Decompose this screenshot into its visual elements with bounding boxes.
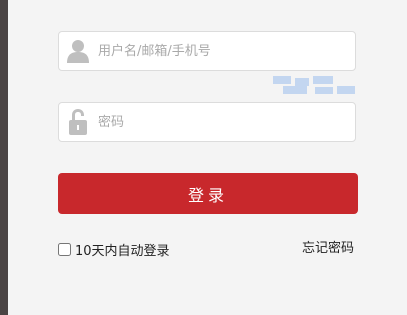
lock-icon bbox=[69, 109, 87, 135]
auto-login-option[interactable]: 10天内自动登录 bbox=[58, 240, 170, 259]
username-field[interactable] bbox=[58, 31, 356, 71]
user-icon bbox=[67, 40, 89, 63]
left-edge-panel bbox=[0, 0, 8, 315]
username-input[interactable] bbox=[98, 32, 348, 70]
login-button[interactable]: 登录 bbox=[58, 173, 358, 214]
login-panel: 登录 10天内自动登录 忘记密码 bbox=[8, 0, 407, 315]
password-field[interactable] bbox=[58, 102, 356, 142]
auto-login-checkbox[interactable] bbox=[58, 242, 71, 256]
auto-login-label: 10天内自动登录 bbox=[75, 243, 170, 259]
blurred-hint bbox=[273, 76, 359, 96]
password-input[interactable] bbox=[98, 103, 348, 141]
forgot-password-link[interactable]: 忘记密码 bbox=[302, 240, 354, 258]
